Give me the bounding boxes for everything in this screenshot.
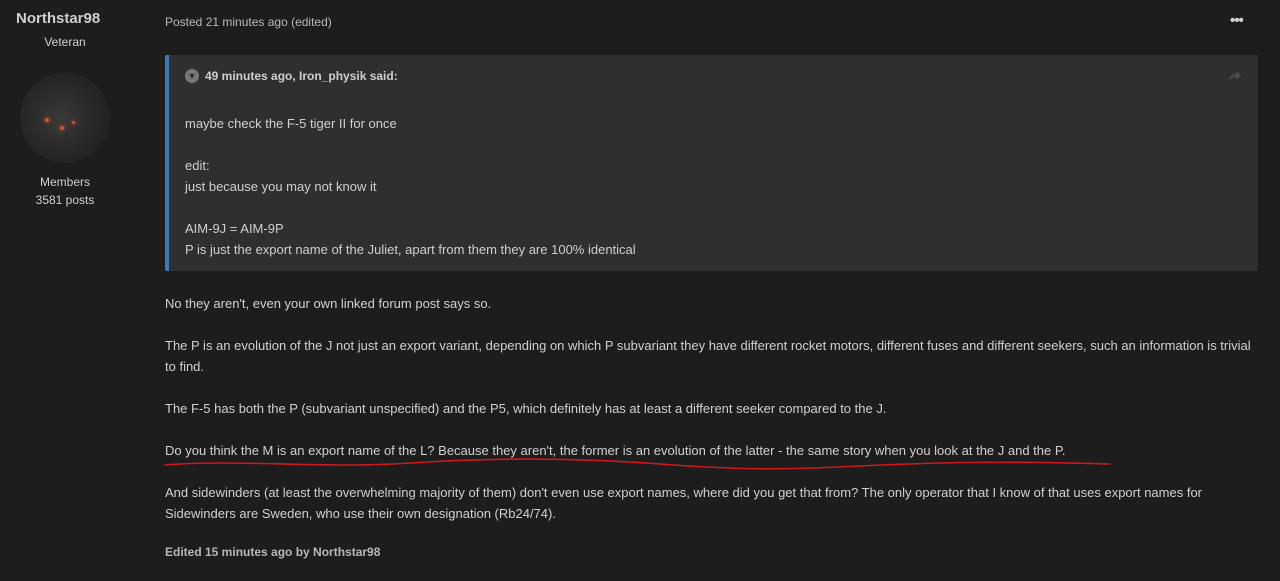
- avatar-detail: [60, 126, 64, 130]
- avatar-detail: [45, 118, 49, 122]
- chevron-down-icon[interactable]: ▼: [185, 69, 199, 83]
- quote-line: maybe check the F-5 tiger II for once: [185, 116, 397, 131]
- post-paragraph: The P is an evolution of the J not just …: [165, 338, 1251, 374]
- share-icon[interactable]: [1228, 69, 1242, 83]
- quote-body: maybe check the F-5 tiger II for once ed…: [185, 113, 636, 260]
- red-underline-annotation: [164, 458, 1111, 470]
- post-paragraph: No they aren't, even your own linked for…: [165, 296, 492, 311]
- quote-block: ▼ 49 minutes ago, Iron_physik said: mayb…: [165, 55, 1258, 271]
- quote-line: just because you may not know it: [185, 179, 377, 194]
- forum-post: Northstar98 Veteran Members 3581 posts P…: [0, 0, 1280, 581]
- avatar[interactable]: [20, 73, 110, 163]
- quote-line: edit:: [185, 158, 210, 173]
- post-paragraph: And sidewinders (at least the overwhelmi…: [165, 485, 1203, 521]
- author-name[interactable]: Northstar98: [16, 10, 100, 27]
- post-paragraph: The F-5 has both the P (subvariant unspe…: [165, 401, 887, 416]
- edited-note: Edited 15 minutes ago by Northstar98: [165, 545, 381, 559]
- author-rank: Veteran: [44, 35, 86, 49]
- avatar-detail: [72, 121, 75, 124]
- quote-citation[interactable]: 49 minutes ago, Iron_physik said:: [205, 69, 398, 83]
- quote-header: ▼ 49 minutes ago, Iron_physik said:: [185, 69, 398, 83]
- post-options-button[interactable]: •••: [1230, 12, 1248, 30]
- post-content: No they aren't, even your own linked for…: [165, 293, 1265, 545]
- author-group: Members: [39, 175, 90, 189]
- post-timestamp[interactable]: Posted 21 minutes ago (edited): [165, 15, 332, 29]
- author-post-count: 3581 posts: [35, 193, 95, 207]
- quote-line: P is just the export name of the Juliet,…: [185, 242, 636, 257]
- quote-line: AIM-9J = AIM-9P: [185, 221, 284, 236]
